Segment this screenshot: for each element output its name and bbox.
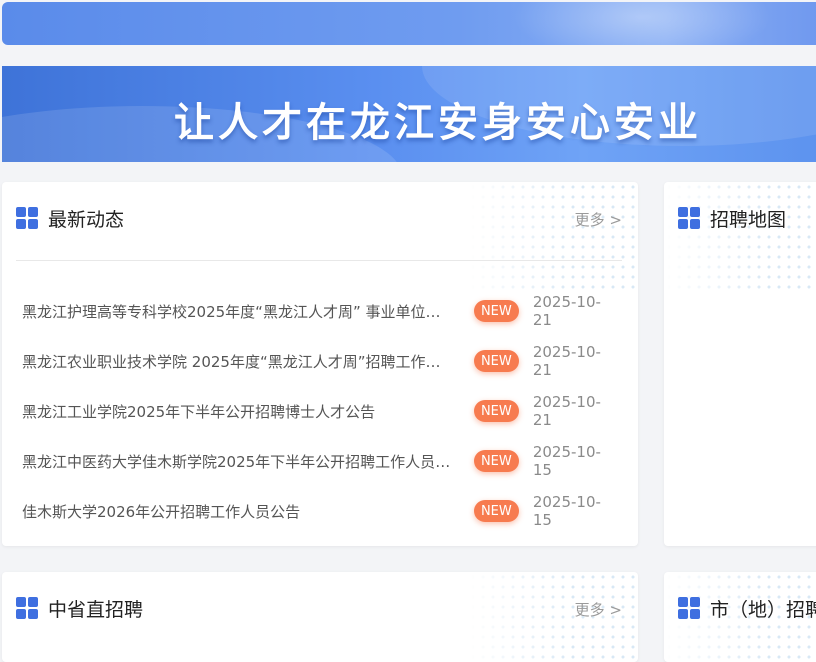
section-title: 市（地）招聘 xyxy=(710,598,816,621)
news-title[interactable]: 黑龙江工业学院2025年下半年公开招聘博士人才公告 xyxy=(22,401,452,422)
city-recruitment-card: 市（地）招聘 xyxy=(664,572,816,662)
news-date: 2025-10-15 xyxy=(532,493,601,529)
latest-news-card: 最新动态 更多 > 黑龙江护理高等专科学校2025年度“黑龙江人才周” 事业单位… xyxy=(2,182,638,546)
news-item[interactable]: 黑龙江护理高等专科学校2025年度“黑龙江人才周” 事业单位公开招聘工作人员公告… xyxy=(22,293,618,329)
new-badge: NEW xyxy=(473,500,519,522)
new-badge: NEW xyxy=(473,350,519,372)
dot-pattern-decoration xyxy=(664,182,816,292)
news-title[interactable]: 黑龙江中医药大学佳木斯学院2025年下半年公开招聘工作人员公告 xyxy=(22,451,452,472)
more-link[interactable]: 更多 > xyxy=(575,209,622,230)
grid-icon xyxy=(678,597,700,619)
city-recruitment-header: 市（地）招聘 xyxy=(678,594,816,622)
news-item[interactable]: 黑龙江中医药大学佳木斯学院2025年下半年公开招聘工作人员公告 NEW 2025… xyxy=(22,443,618,479)
recruitment-map-card: 招聘地图 xyxy=(664,182,816,546)
slogan-banner: 让人才在龙江安身安心安业 xyxy=(2,66,816,162)
section-title: 中省直招聘 xyxy=(48,598,144,621)
latest-news-header: 最新动态 xyxy=(16,204,124,232)
banner-slogan: 让人才在龙江安身安心安业 xyxy=(174,100,702,146)
grid-icon xyxy=(16,597,38,619)
new-badge: NEW xyxy=(473,300,519,322)
new-badge: NEW xyxy=(473,400,519,422)
news-item[interactable]: 佳木斯大学2026年公开招聘工作人员公告 NEW 2025-10-15 xyxy=(22,493,618,529)
news-date: 2025-10-21 xyxy=(532,293,601,329)
divider xyxy=(16,260,622,261)
recruitment-map-header: 招聘地图 xyxy=(678,204,786,232)
section-title: 最新动态 xyxy=(48,208,125,231)
news-date: 2025-10-15 xyxy=(532,443,601,479)
grid-icon xyxy=(678,207,700,229)
news-item[interactable]: 黑龙江农业职业技术学院 2025年度“黑龙江人才周”招聘工作人员公告 NEW 2… xyxy=(22,343,618,379)
more-link[interactable]: 更多 > xyxy=(575,599,622,620)
news-date: 2025-10-21 xyxy=(532,393,601,429)
news-title[interactable]: 佳木斯大学2026年公开招聘工作人员公告 xyxy=(22,501,452,522)
grid-icon xyxy=(16,207,38,229)
news-title[interactable]: 黑龙江农业职业技术学院 2025年度“黑龙江人才周”招聘工作人员公告 xyxy=(22,351,452,372)
provincial-recruitment-header: 中省直招聘 xyxy=(16,594,143,622)
provincial-recruitment-card: 中省直招聘 更多 > xyxy=(2,572,638,662)
news-item[interactable]: 黑龙江工业学院2025年下半年公开招聘博士人才公告 NEW 2025-10-21 xyxy=(22,393,618,429)
top-header-bar xyxy=(2,2,816,45)
news-title[interactable]: 黑龙江护理高等专科学校2025年度“黑龙江人才周” 事业单位公开招聘工作人员公告 xyxy=(22,301,452,322)
news-date: 2025-10-21 xyxy=(532,343,601,379)
new-badge: NEW xyxy=(473,450,519,472)
dot-pattern-decoration xyxy=(468,182,638,292)
section-title: 招聘地图 xyxy=(710,208,787,231)
